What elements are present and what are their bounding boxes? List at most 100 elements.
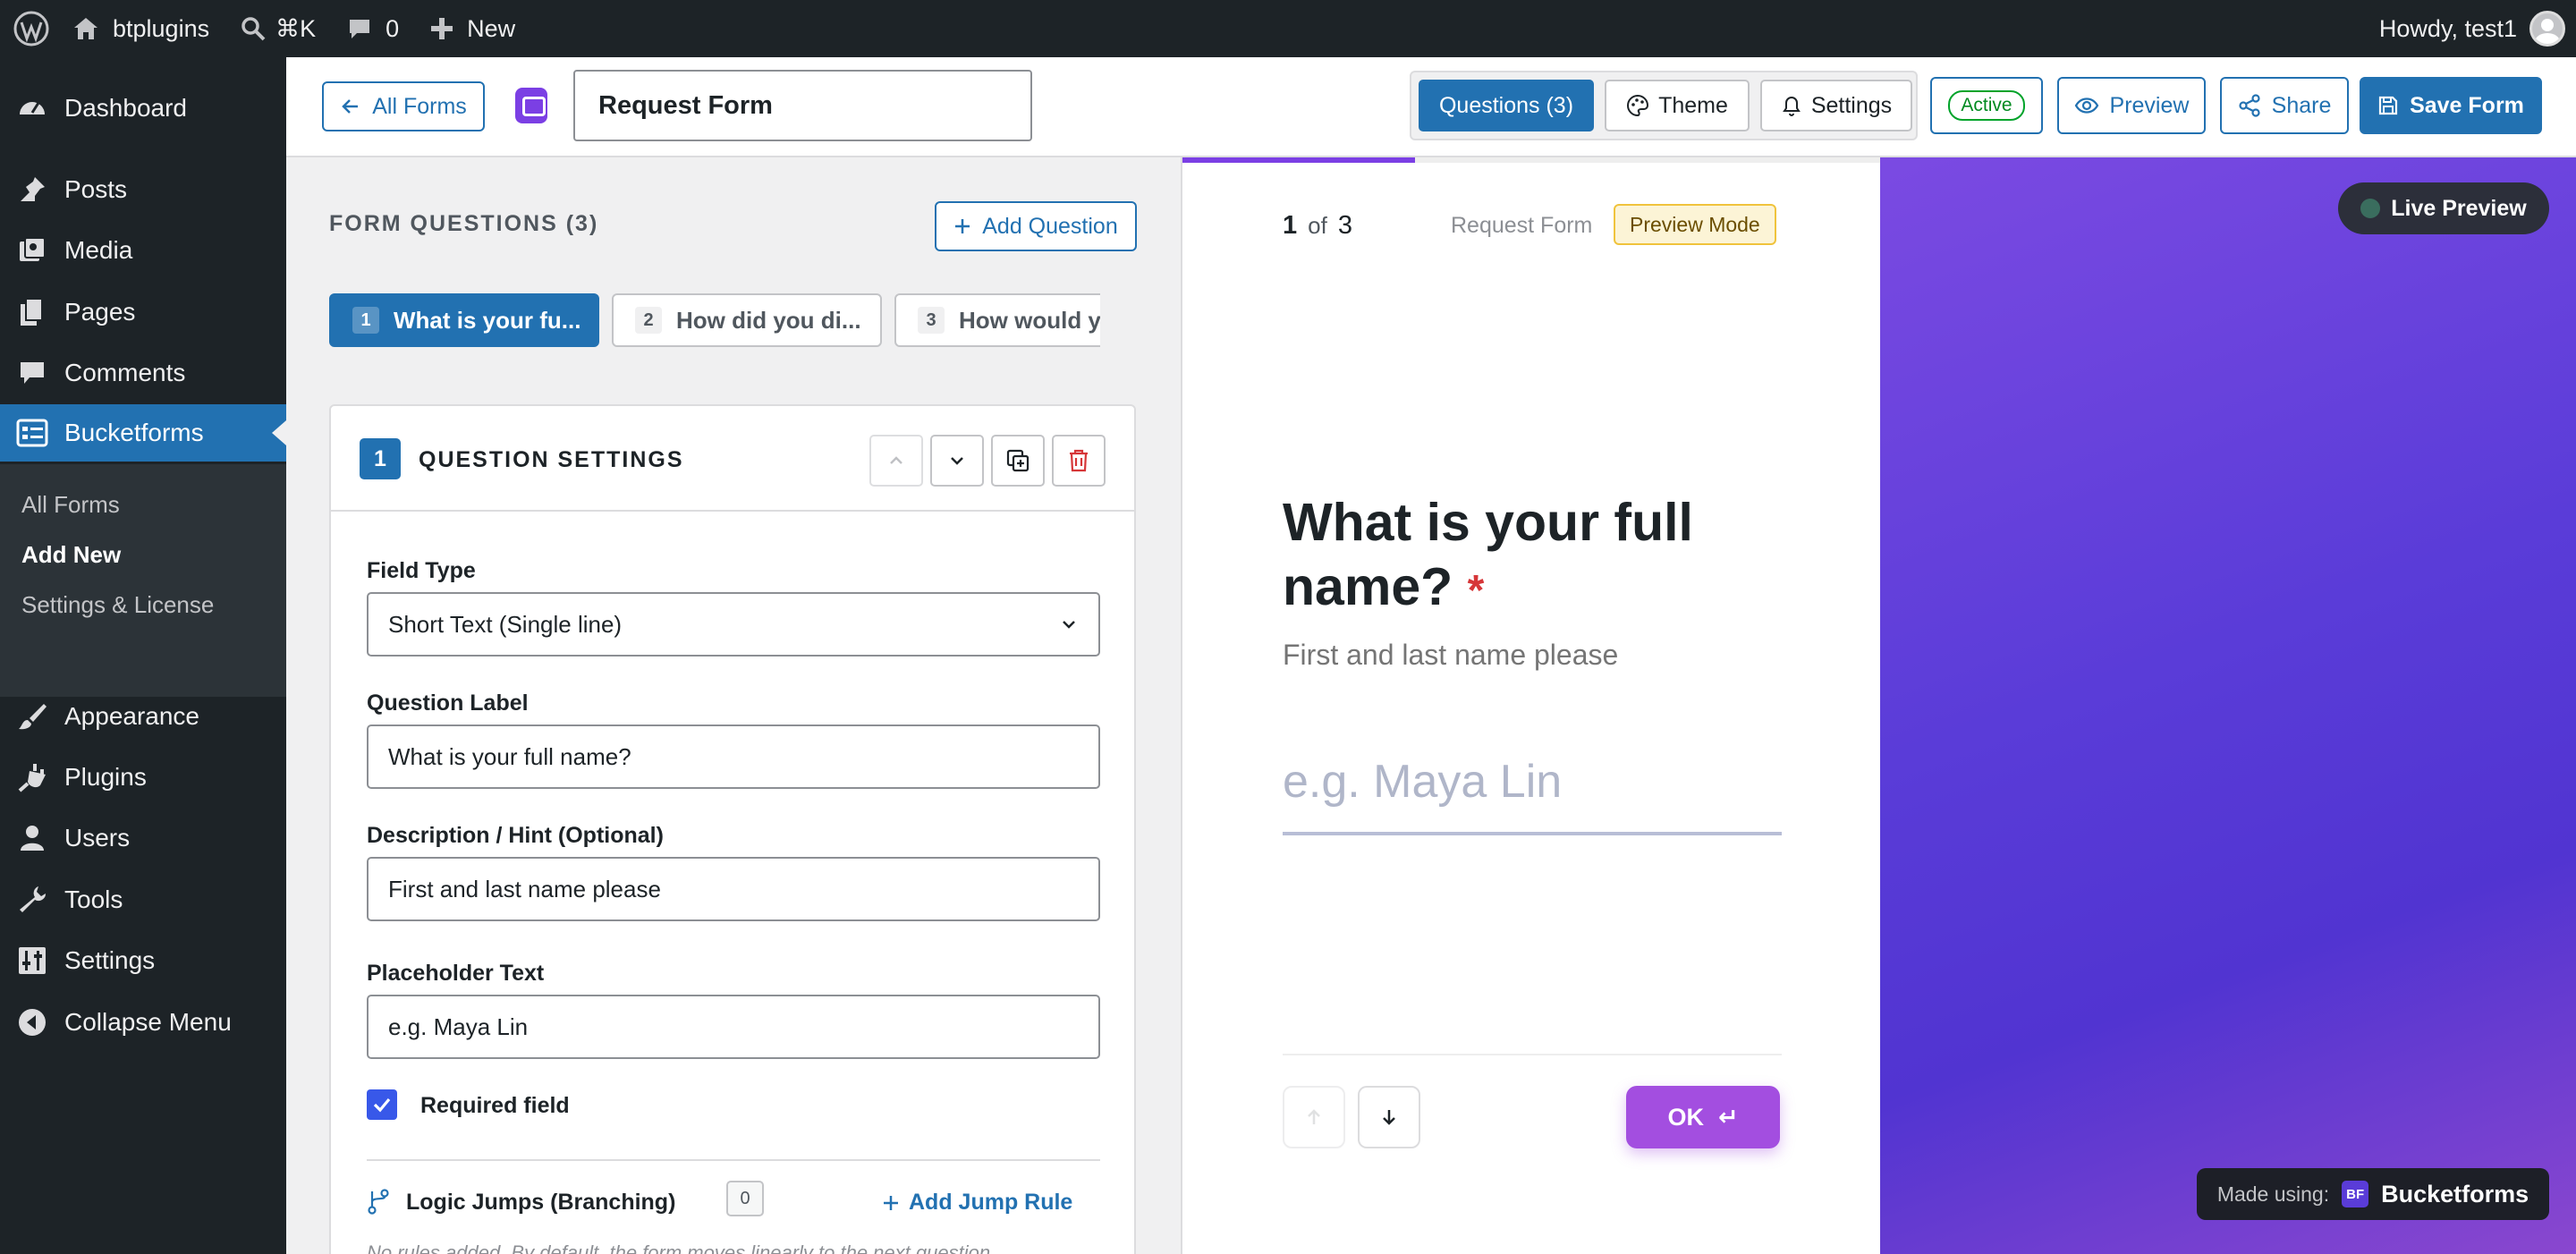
- arrow-up-icon: [1308, 1109, 1320, 1124]
- move-down-button[interactable]: [930, 435, 984, 487]
- submenu-all-forms[interactable]: All Forms: [21, 491, 120, 519]
- previous-question-button[interactable]: [1283, 1086, 1345, 1148]
- form-icon: [0, 419, 64, 447]
- chevron-down-icon: [1063, 621, 1075, 629]
- made-using-badge[interactable]: Made using: BF Bucketforms: [2197, 1168, 2549, 1220]
- placeholder-text-input[interactable]: e.g. Maya Lin: [367, 995, 1100, 1059]
- sidebar-item-dashboard[interactable]: Dashboard: [0, 80, 286, 137]
- ok-button[interactable]: OK ↵: [1626, 1086, 1780, 1148]
- preview-button[interactable]: Preview: [2057, 77, 2206, 134]
- question-settings-card: 1 QUESTION SETTINGS Field Type Short Tex…: [329, 404, 1136, 1254]
- sidebar-item-label: Comments: [64, 359, 186, 386]
- sidebar-item-users[interactable]: Users: [0, 809, 286, 867]
- sidebar-item-bucketforms[interactable]: Bucketforms: [0, 404, 286, 462]
- question-tab-label: How would yo...: [959, 306, 1100, 334]
- preview-question-hint: First and last name please: [1283, 639, 1619, 671]
- question-label-label: Question Label: [367, 691, 529, 716]
- sidebar-item-label: Settings: [64, 946, 156, 974]
- sidebar-item-appearance[interactable]: Appearance: [0, 688, 286, 745]
- sidebar-item-label: Dashboard: [64, 94, 187, 122]
- tab-settings[interactable]: Settings: [1760, 80, 1912, 131]
- question-tab-1[interactable]: 1 What is your fu...: [329, 293, 599, 347]
- plus-icon: [431, 18, 453, 39]
- field-type-select[interactable]: Short Text (Single line): [367, 592, 1100, 657]
- sidebar-item-plugins[interactable]: Plugins: [0, 749, 286, 806]
- comment-icon: [350, 20, 370, 38]
- form-title-input[interactable]: Request Form: [573, 70, 1032, 141]
- current-question-number: 1: [1283, 211, 1298, 240]
- required-checkbox[interactable]: [367, 1089, 397, 1120]
- greeting: Howdy, test1: [2378, 14, 2517, 42]
- description-label: Description / Hint (Optional): [367, 823, 664, 848]
- branch-icon: [368, 1189, 389, 1215]
- preview-answer-input[interactable]: e.g. Maya Lin: [1283, 732, 1782, 835]
- search-icon: [242, 17, 266, 41]
- sidebar-item-comments[interactable]: Comments: [0, 344, 286, 402]
- sidebar-item-tools[interactable]: Tools: [0, 871, 286, 928]
- bucketforms-submenu: All Forms Add New Settings & License: [0, 464, 286, 697]
- question-label-value: What is your full name?: [388, 742, 631, 770]
- new-label: New: [467, 14, 516, 42]
- next-question-button[interactable]: [1358, 1086, 1420, 1148]
- description-value: First and last name please: [388, 875, 661, 902]
- duplicate-button[interactable]: [991, 435, 1045, 487]
- sidebar-item-label: Plugins: [64, 763, 147, 791]
- sidebar-item-label: Collapse Menu: [64, 1008, 232, 1036]
- question-tab-label: What is your fu...: [394, 306, 581, 334]
- sidebar-item-posts[interactable]: Posts: [0, 161, 286, 218]
- required-asterisk: *: [1467, 567, 1485, 614]
- question-label-input[interactable]: What is your full name?: [367, 724, 1100, 789]
- eye-icon: [2074, 97, 2098, 114]
- preview-question-text: What is your full name?: [1283, 493, 1693, 616]
- sliders-icon: [0, 945, 64, 976]
- comment-icon: [0, 358, 64, 388]
- comments-count: 0: [386, 14, 400, 42]
- tab-questions[interactable]: Questions (3): [1419, 80, 1594, 131]
- question-tab-2[interactable]: 2 How did you di...: [612, 293, 882, 347]
- description-input[interactable]: First and last name please: [367, 857, 1100, 921]
- delete-button[interactable]: [1052, 435, 1106, 487]
- save-form-button[interactable]: Save Form: [2360, 77, 2542, 134]
- arrow-left-icon: [342, 99, 359, 114]
- wordpress-logo-icon[interactable]: [0, 0, 63, 57]
- question-tab-number: 2: [635, 307, 662, 334]
- sidebar-item-label: Users: [64, 824, 131, 852]
- account-menu[interactable]: Howdy, test1: [2379, 0, 2565, 57]
- sidebar-item-settings[interactable]: Settings: [0, 932, 286, 989]
- save-icon: [2378, 96, 2398, 115]
- divider: [1283, 1054, 1782, 1055]
- preview-label: Preview: [2109, 92, 2190, 118]
- dashboard-icon: [0, 93, 64, 123]
- all-forms-button[interactable]: All Forms: [322, 81, 485, 131]
- submenu-settings-license[interactable]: Settings & License: [21, 591, 214, 619]
- trash-icon: [1070, 449, 1088, 472]
- move-up-button[interactable]: [869, 435, 923, 487]
- user-icon: [0, 823, 64, 853]
- comments-link[interactable]: 0: [337, 0, 408, 57]
- required-label: Required field: [420, 1093, 570, 1118]
- status-badge[interactable]: Active: [1930, 77, 2043, 134]
- new-content-link[interactable]: New: [420, 0, 524, 57]
- brush-icon: [0, 701, 64, 732]
- tab-theme[interactable]: Theme: [1605, 80, 1750, 131]
- collapse-menu-button[interactable]: Collapse Menu: [0, 994, 286, 1051]
- sidebar-item-media[interactable]: Media: [0, 222, 286, 279]
- share-button[interactable]: Share: [2220, 77, 2349, 134]
- question-tab-label: How did you di...: [676, 306, 861, 334]
- live-status-dot: [2360, 199, 2381, 218]
- question-tab-number: 3: [918, 307, 945, 334]
- ok-label: OK: [1667, 1103, 1704, 1131]
- sidebar-item-label: Posts: [64, 175, 128, 203]
- search-shortcut[interactable]: ⌘K: [231, 0, 325, 57]
- sidebar-item-pages[interactable]: Pages: [0, 284, 286, 341]
- question-tab-3[interactable]: 3 How would yo...: [894, 293, 1100, 347]
- duplicate-icon: [1006, 449, 1030, 472]
- add-jump-rule-button[interactable]: Add Jump Rule: [882, 1190, 1072, 1216]
- site-name-link[interactable]: btplugins: [63, 0, 218, 57]
- sidebar-item-label: Tools: [64, 885, 123, 913]
- add-question-button[interactable]: Add Question: [935, 201, 1137, 251]
- pages-icon: [0, 297, 64, 327]
- question-number-badge: 1: [360, 438, 401, 479]
- submenu-add-new[interactable]: Add New: [21, 541, 121, 569]
- preview-background: Live Preview Made using: BF Bucketforms: [1880, 157, 2576, 1254]
